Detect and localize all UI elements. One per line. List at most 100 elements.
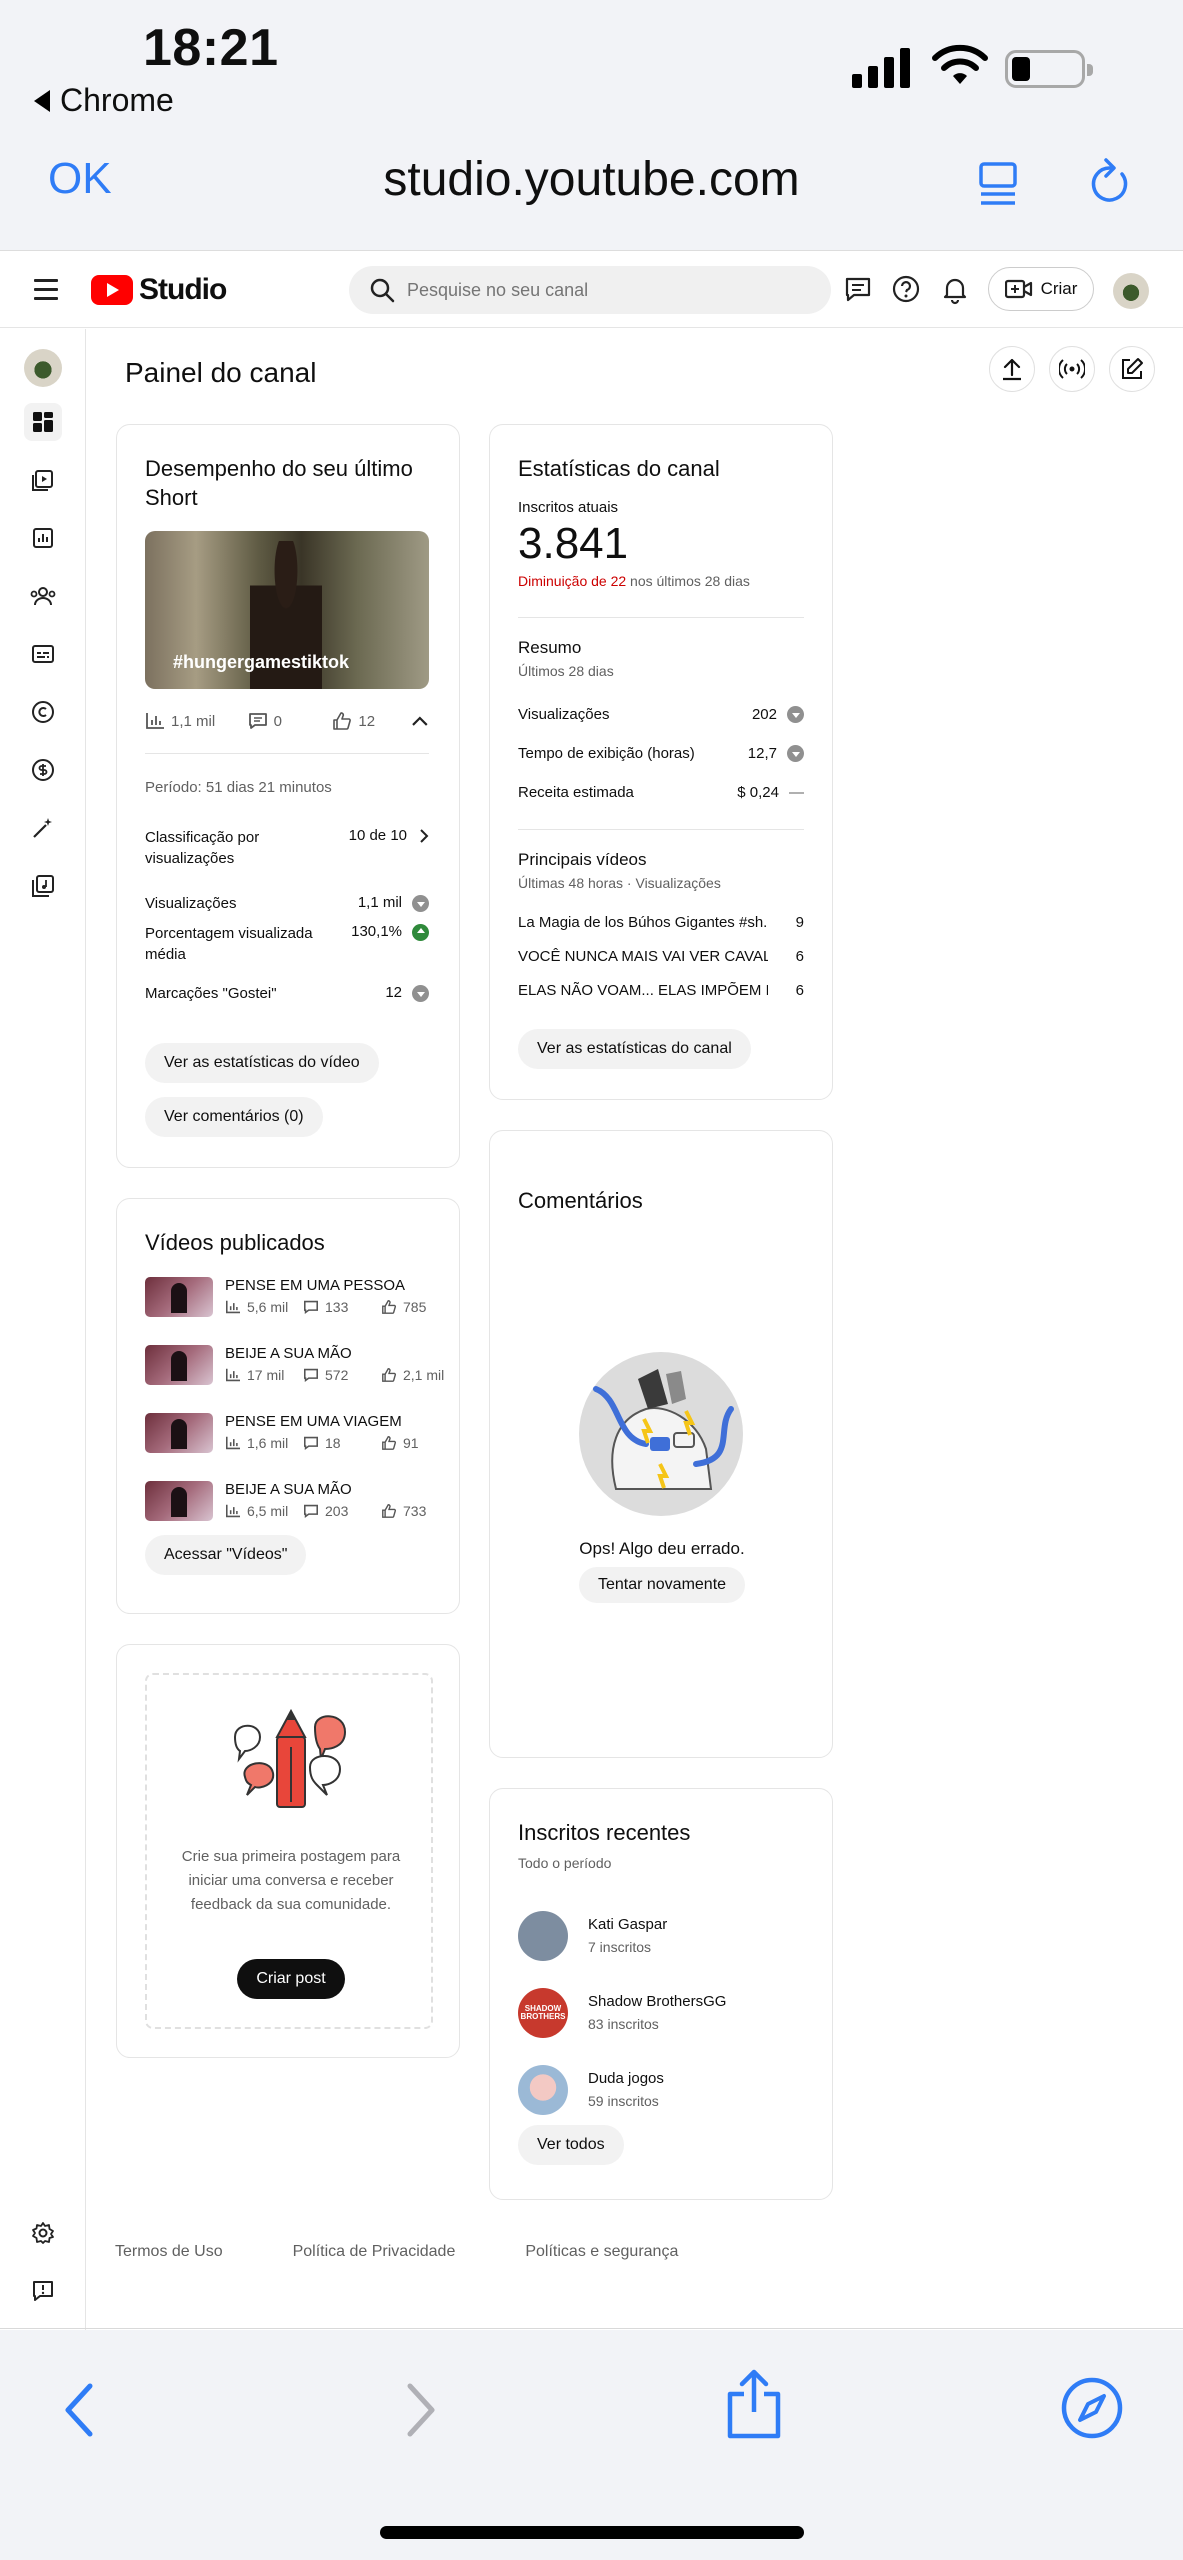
short-thumbnail-caption: #hungergamestiktok <box>173 652 350 672</box>
subs-change: Diminuição de 22 nos últimos 28 dias <box>518 573 750 589</box>
subscriber-name: Shadow BrothersGG <box>588 1993 727 2010</box>
view-channel-stats-button[interactable]: Ver as estatísticas do canal <box>518 1029 751 1069</box>
views-chart-icon <box>226 1368 240 1382</box>
compass-icon[interactable] <box>1060 2376 1124 2440</box>
thumbs-up-icon <box>382 1436 396 1450</box>
chevron-up-icon[interactable] <box>411 715 429 727</box>
settings-gear-icon <box>32 2222 54 2244</box>
nav-settings[interactable] <box>24 2214 62 2252</box>
video-thumbnail <box>145 1481 213 1521</box>
help-icon[interactable] <box>890 273 922 305</box>
recent-subscribers-card: Inscritos recentes Todo o período Kati G… <box>489 1788 833 2200</box>
page-title: Painel do canal <box>125 357 317 388</box>
back-to-app-button[interactable]: Chrome <box>34 82 174 119</box>
channel-avatar[interactable] <box>24 349 62 387</box>
nav-content[interactable] <box>24 461 62 499</box>
community-icon <box>30 587 56 606</box>
create-post-button[interactable] <box>1109 346 1155 392</box>
footer-policies-link[interactable]: Políticas e segurança <box>525 2243 678 2261</box>
trend-up-icon <box>412 923 429 941</box>
messages-icon[interactable] <box>842 273 874 305</box>
studio-logo[interactable]: Studio <box>91 273 227 307</box>
view-comments-button[interactable]: Ver comentários (0) <box>145 1097 323 1137</box>
subscriber-row[interactable]: SHADOW BROTHERS Shadow BrothersGG 83 ins… <box>518 1974 804 2051</box>
nav-analytics[interactable] <box>24 519 62 557</box>
home-indicator <box>380 2526 804 2539</box>
comments-title: Comentários <box>518 1188 643 1213</box>
create-post-cta-button[interactable]: Criar post <box>237 1959 345 1999</box>
go-live-button[interactable] <box>1049 346 1095 392</box>
published-video-row[interactable]: PENSE EM UMA VIAGEM 1,6 mil 18 91 <box>145 1413 445 1481</box>
short-comments-value: 0 <box>273 712 282 730</box>
footer-privacy-link[interactable]: Política de Privacidade <box>293 2243 456 2261</box>
metric-value: 12 <box>385 984 402 1002</box>
video-likes: 2,1 mil <box>403 1367 445 1383</box>
nav-dashboard[interactable] <box>24 403 62 441</box>
summary-value: $ 0,24 <box>737 784 779 801</box>
recent-subscribers-period: Todo o período <box>518 1855 612 1871</box>
subscriber-avatar <box>518 2064 568 2115</box>
top-video-row[interactable]: La Magia de los Búhos Gigantes #sh... 9 <box>518 905 804 939</box>
chevron-right-icon[interactable] <box>419 828 429 844</box>
search-icon <box>370 278 395 303</box>
subscriber-row[interactable]: Duda jogos 59 inscritos <box>518 2051 804 2128</box>
nav-monetization[interactable] <box>24 751 62 789</box>
content-icon <box>32 470 53 491</box>
summary-title: Resumo <box>518 638 582 657</box>
nav-subtitles[interactable] <box>24 635 62 673</box>
top-video-row[interactable]: VOCÊ NUNCA MAIS VAI VER CAVAL... 6 <box>518 939 804 973</box>
create-post-card: Crie sua primeira postagem para iniciar … <box>116 1644 460 2058</box>
recent-subscribers-title: Inscritos recentes <box>518 1820 691 1845</box>
nav-customization[interactable] <box>24 809 62 847</box>
summary-label: Receita estimada <box>518 784 634 801</box>
views-chart-icon <box>226 1504 240 1518</box>
search-bar[interactable] <box>349 266 831 314</box>
video-comments: 18 <box>325 1435 341 1451</box>
notifications-icon[interactable] <box>939 273 971 305</box>
top-video-title: ELAS NÃO VOAM... ELAS IMPÕEM R... <box>518 981 768 999</box>
short-comments-stat: 0 <box>248 712 333 730</box>
subscriber-avatar: SHADOW BROTHERS <box>518 1987 568 2038</box>
view-video-stats-button[interactable]: Ver as estatísticas do vídeo <box>145 1043 379 1083</box>
nav-feedback[interactable] <box>24 2272 62 2310</box>
tabs-overview-icon[interactable] <box>978 160 1020 208</box>
account-avatar[interactable] <box>1113 273 1149 309</box>
edit-icon <box>1122 358 1143 379</box>
post-pencil-illustration-icon <box>233 1708 347 1808</box>
top-video-title: VOCÊ NUNCA MAIS VAI VER CAVAL... <box>518 947 768 965</box>
metric-label: Marcações "Gostei" <box>145 984 277 1002</box>
top-video-row[interactable]: ELAS NÃO VOAM... ELAS IMPÕEM R... 6 <box>518 973 804 1007</box>
published-video-row[interactable]: PENSE EM UMA PESSOA 5,6 mil 133 785 <box>145 1277 445 1345</box>
go-to-videos-button[interactable]: Acessar "Vídeos" <box>145 1535 307 1575</box>
short-thumbnail[interactable]: #hungergamestiktok <box>145 531 429 689</box>
create-button[interactable]: Criar <box>988 267 1094 311</box>
forward-arrow-icon[interactable] <box>400 2380 440 2440</box>
upload-button[interactable] <box>989 346 1035 392</box>
nav-copyright[interactable] <box>24 693 62 731</box>
summary-label: Visualizações <box>518 706 610 723</box>
magic-wand-icon <box>33 818 52 838</box>
subscriber-row[interactable]: Kati Gaspar 7 inscritos <box>518 1897 804 1974</box>
browser-top-bar: 18:21 Chrome OK studio.youtube.com <box>0 0 1183 250</box>
short-period: Período: 51 dias 21 minutos <box>145 779 332 796</box>
subscriber-count: 83 inscritos <box>588 2016 659 2032</box>
top-video-views: 6 <box>795 947 804 965</box>
thumbs-up-icon <box>382 1368 396 1382</box>
share-icon[interactable] <box>722 2368 786 2440</box>
reload-icon[interactable] <box>1088 156 1132 208</box>
comment-icon <box>304 1436 318 1450</box>
search-input[interactable] <box>407 279 787 301</box>
error-illustration-icon <box>579 1352 743 1516</box>
published-video-row[interactable]: BEIJE A SUA MÃO 17 mil 572 2,1 mil <box>145 1345 445 1413</box>
nav-audio-library[interactable] <box>24 867 62 905</box>
menu-icon[interactable] <box>34 279 58 306</box>
top-video-views: 6 <box>795 981 804 999</box>
video-title: PENSE EM UMA PESSOA <box>225 1277 406 1294</box>
nav-community[interactable] <box>24 577 62 615</box>
top-video-title: La Magia de los Búhos Gigantes #sh... <box>518 913 768 931</box>
retry-button[interactable]: Tentar novamente <box>578 1567 746 1603</box>
view-all-subscribers-button[interactable]: Ver todos <box>518 2125 624 2165</box>
back-arrow-icon[interactable] <box>60 2380 100 2440</box>
footer-terms-link[interactable]: Termos de Uso <box>115 2243 223 2261</box>
footer-links: Termos de Uso Política de Privacidade Po… <box>115 2243 678 2261</box>
